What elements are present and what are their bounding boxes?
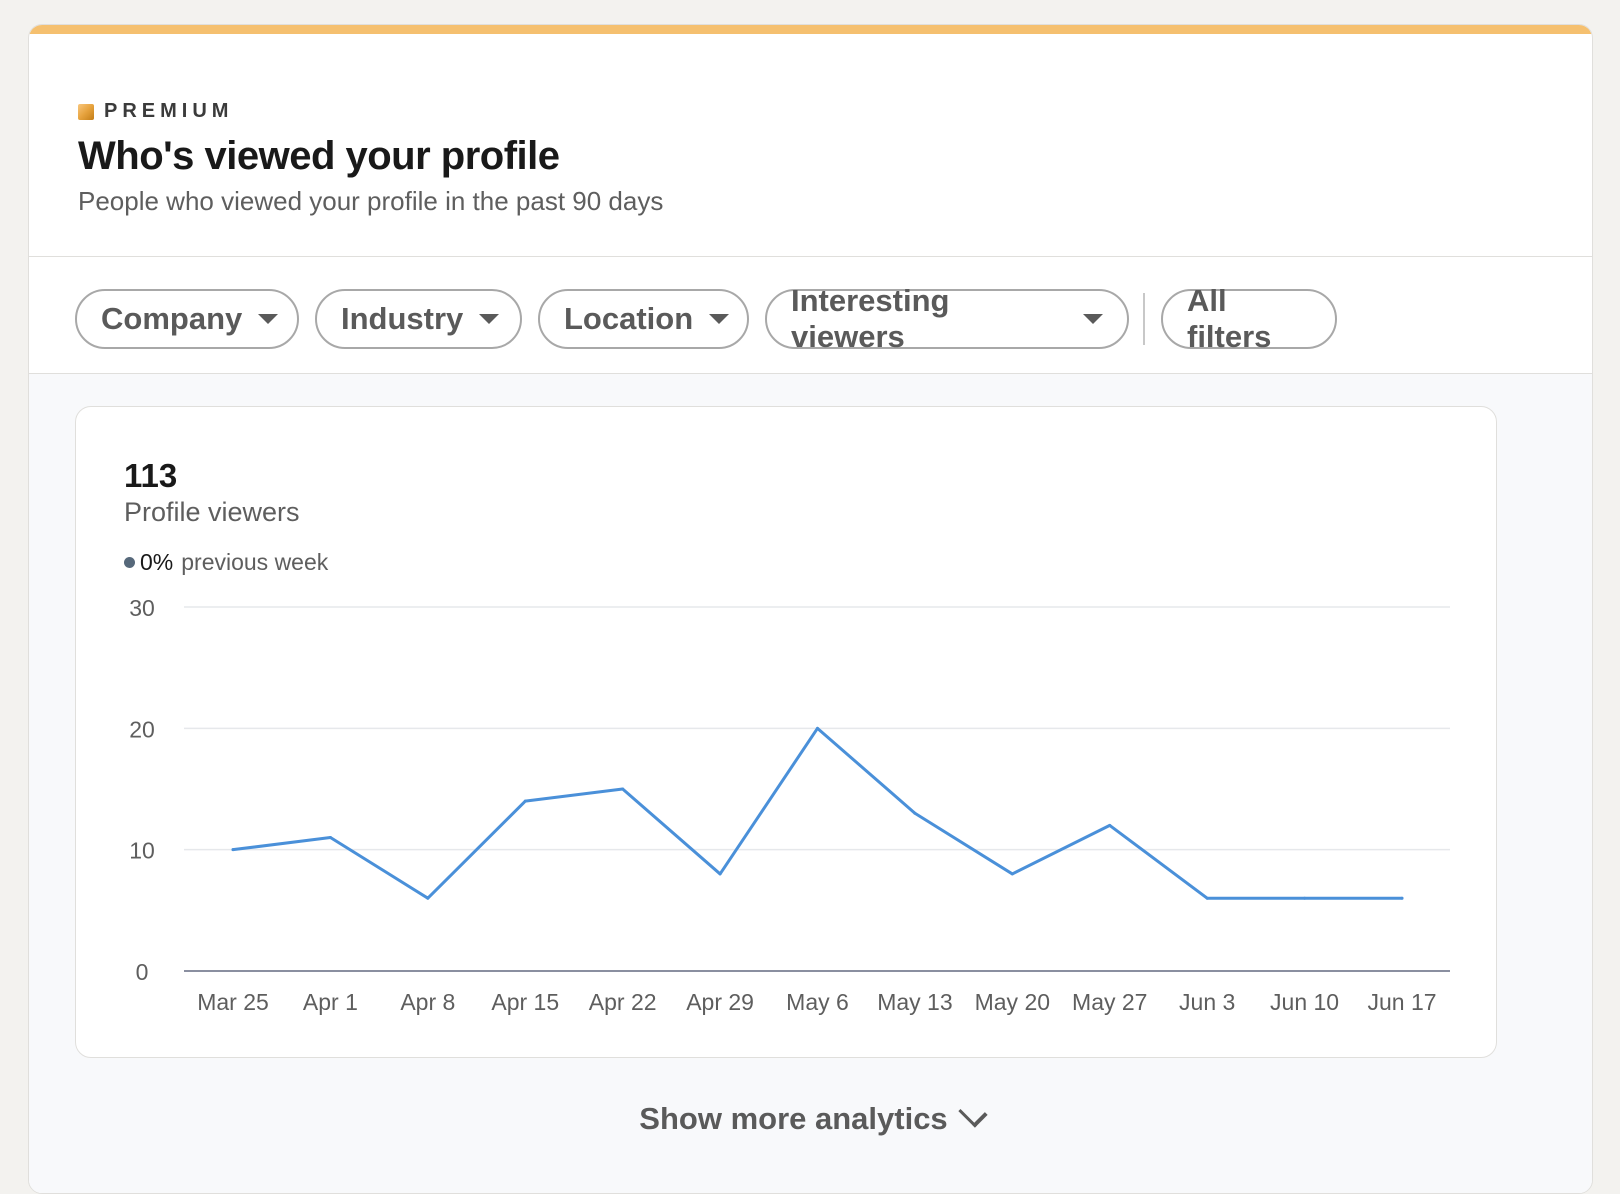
x-tick-label: Apr 29 bbox=[686, 989, 754, 1015]
card-header: PREMIUM Who's viewed your profile People… bbox=[29, 34, 1592, 257]
page-title: Who's viewed your profile bbox=[78, 134, 560, 178]
y-tick-label: 10 bbox=[129, 838, 155, 864]
filter-label: All filters bbox=[1187, 283, 1272, 354]
data-point bbox=[1303, 896, 1307, 900]
filter-interesting-viewers-button[interactable]: Interesting viewers bbox=[765, 283, 1129, 354]
x-tick-label: May 27 bbox=[1072, 989, 1147, 1015]
filter-label: Company bbox=[101, 301, 243, 336]
caret-down-icon bbox=[1083, 314, 1103, 324]
caret-down-icon bbox=[258, 314, 279, 324]
data-point bbox=[1010, 872, 1014, 876]
chevron-down-icon bbox=[958, 1098, 988, 1128]
x-tick-label: Apr 1 bbox=[303, 989, 358, 1015]
y-tick-label: 0 bbox=[136, 959, 149, 985]
y-tick-label: 30 bbox=[129, 595, 155, 621]
caret-down-icon bbox=[709, 314, 730, 324]
all-filters-button[interactable]: All filters bbox=[1161, 283, 1337, 354]
x-tick-label: Mar 25 bbox=[197, 989, 269, 1015]
profile-views-line-chart: 0 10 20 30 Mar 25 Apr 1 Apr 8 Apr 15 Apr 22 Apr 2… bbox=[129, 595, 1450, 1015]
data-point bbox=[816, 726, 819, 730]
filter-divider bbox=[1143, 293, 1145, 345]
premium-accent-stripe bbox=[29, 25, 1592, 34]
data-point bbox=[1205, 896, 1209, 900]
x-tick-label: Jun 10 bbox=[1270, 989, 1339, 1015]
data-point bbox=[231, 848, 235, 852]
premium-label: PREMIUM bbox=[104, 100, 234, 122]
x-tick-label: Apr 15 bbox=[491, 989, 559, 1015]
data-point bbox=[523, 799, 527, 803]
x-tick-label: Jun 17 bbox=[1367, 989, 1436, 1015]
filter-label: Industry bbox=[341, 301, 464, 336]
show-more-analytics-button[interactable]: Show more analytics bbox=[29, 1098, 1592, 1137]
profile-viewers-card: PREMIUM Who's viewed your profile People… bbox=[28, 24, 1593, 1194]
filter-label: Location bbox=[564, 301, 694, 336]
data-point bbox=[913, 811, 917, 815]
x-tick-label: Jun 3 bbox=[1179, 989, 1235, 1015]
filter-label: Interesting viewers bbox=[791, 283, 950, 354]
data-point bbox=[621, 787, 625, 791]
x-tick-label: Apr 22 bbox=[589, 989, 657, 1015]
filter-bar: Company Industry Location Interesting vi… bbox=[29, 257, 1592, 374]
show-more-label: Show more analytics bbox=[639, 1101, 948, 1136]
premium-badge: PREMIUM bbox=[78, 100, 233, 123]
filter-location-button[interactable]: Location bbox=[538, 289, 749, 349]
x-tick-label: May 13 bbox=[877, 989, 952, 1015]
analytics-section: 113 Profile viewers 0% previous week 0 10… bbox=[29, 374, 1592, 1193]
page-subtitle: People who viewed your profile in the pa… bbox=[78, 186, 664, 216]
filter-company-button[interactable]: Company bbox=[75, 289, 299, 349]
series-line bbox=[231, 726, 1404, 900]
data-point bbox=[426, 896, 430, 900]
premium-icon bbox=[78, 103, 94, 120]
x-tick-label: May 6 bbox=[786, 989, 849, 1015]
data-point bbox=[1108, 823, 1112, 827]
caret-down-icon bbox=[479, 314, 500, 324]
x-tick-label: May 20 bbox=[975, 989, 1050, 1015]
chart-card: 113 Profile viewers 0% previous week 0 10… bbox=[75, 406, 1497, 1058]
data-point bbox=[328, 836, 332, 840]
filter-industry-button[interactable]: Industry bbox=[315, 289, 522, 349]
x-tick-label: Apr 8 bbox=[400, 989, 455, 1015]
y-tick-label: 20 bbox=[129, 716, 155, 742]
data-point bbox=[718, 872, 722, 876]
data-point bbox=[1400, 896, 1404, 900]
